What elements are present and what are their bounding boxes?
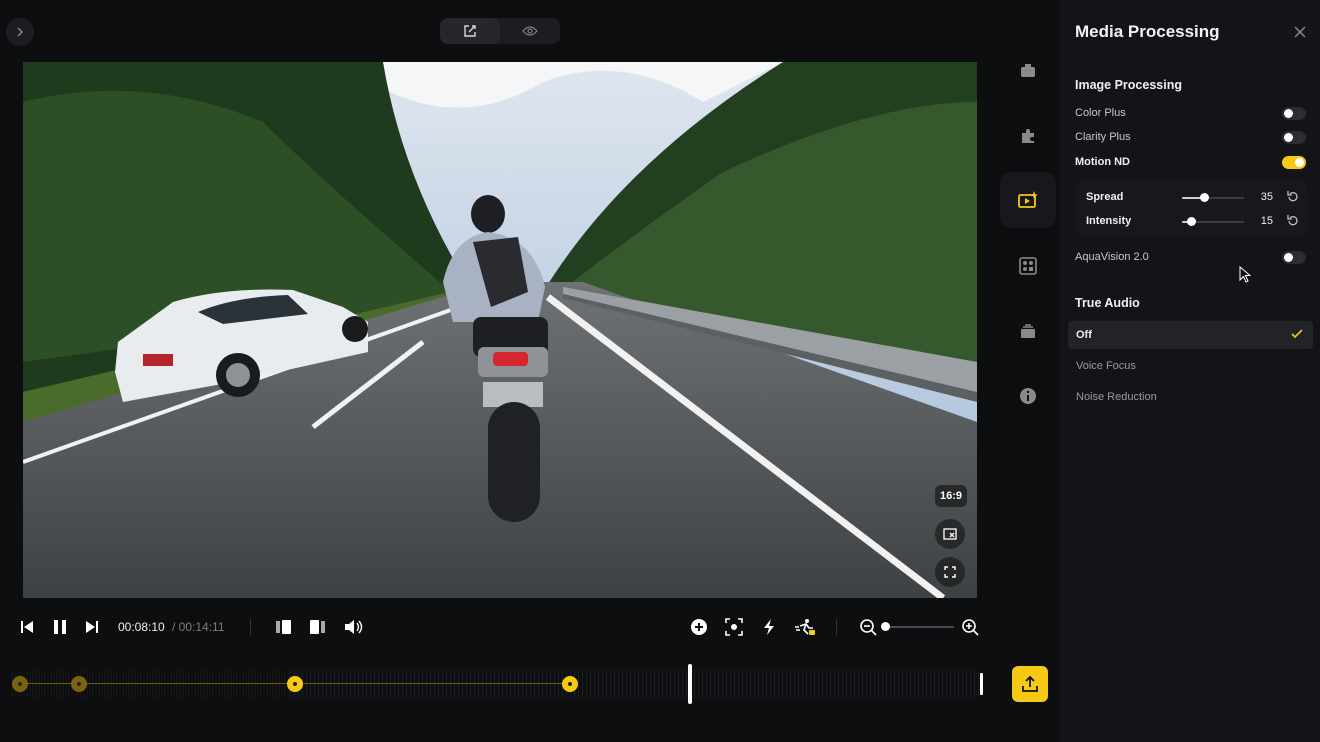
divider <box>836 619 837 635</box>
zoom-slider-handle[interactable] <box>881 622 890 631</box>
collapse-sidebar-button[interactable] <box>6 18 34 46</box>
divider <box>250 619 251 635</box>
view-mode-switch <box>440 18 560 44</box>
intensity-value: 15 <box>1260 215 1273 227</box>
export-button[interactable] <box>1012 666 1048 702</box>
previous-button[interactable] <box>17 617 37 637</box>
motion-nd-label: Motion ND <box>1075 156 1130 168</box>
total-time: / 00:14:11 <box>172 620 225 634</box>
image-processing-title: Image Processing <box>1075 78 1182 92</box>
intensity-reset-icon[interactable] <box>1287 214 1299 226</box>
chevron-right-icon <box>17 27 24 37</box>
edit-mode-button[interactable] <box>440 18 500 44</box>
fullscreen-button[interactable] <box>935 557 965 587</box>
keyframe-marker[interactable] <box>12 676 28 692</box>
audio-option-label: Off <box>1076 329 1092 341</box>
spread-slider-handle[interactable] <box>1199 193 1209 202</box>
audio-option-label: Noise Reduction <box>1076 391 1157 403</box>
zoom-slider[interactable] <box>884 626 954 628</box>
keyframe-marker[interactable] <box>287 676 303 692</box>
info-icon <box>1020 388 1036 404</box>
lightning-icon <box>764 619 774 635</box>
timeline-end-marker[interactable] <box>980 673 983 695</box>
clarity-plus-toggle[interactable] <box>1282 131 1306 144</box>
plus-circle-icon <box>691 619 707 635</box>
keyframe-marker[interactable] <box>71 676 87 692</box>
volume-button[interactable] <box>342 616 366 638</box>
aquavision-toggle[interactable] <box>1282 251 1306 264</box>
audio-option-voice-focus[interactable]: Voice Focus <box>1068 352 1313 380</box>
zoom-out-button[interactable] <box>857 616 879 638</box>
close-icon <box>1294 26 1306 38</box>
skip-forward-icon <box>86 621 98 633</box>
mark-out-button[interactable] <box>306 616 328 638</box>
intensity-slider-handle[interactable] <box>1187 217 1197 226</box>
toolbar-camera[interactable] <box>1000 43 1056 99</box>
pause-icon <box>54 620 66 634</box>
upload-icon <box>1022 675 1038 692</box>
motion-nd-toggle[interactable] <box>1282 156 1306 169</box>
next-button[interactable] <box>82 617 102 637</box>
keyframe-marker[interactable] <box>562 676 578 692</box>
plugin-icon <box>1022 129 1034 143</box>
mark-out-icon <box>310 620 325 634</box>
pause-button[interactable] <box>49 616 71 638</box>
camera-icon <box>1021 64 1035 77</box>
audio-option-label: Voice Focus <box>1076 360 1136 372</box>
color-plus-toggle[interactable] <box>1282 107 1306 120</box>
spread-slider[interactable] <box>1182 197 1244 199</box>
edit-icon <box>464 25 476 37</box>
checkmark-icon <box>1291 329 1303 339</box>
toolbar-grid[interactable] <box>1000 238 1056 294</box>
spread-label: Spread <box>1086 191 1124 203</box>
ai-edit-button[interactable] <box>793 616 817 638</box>
add-keyframe-button[interactable] <box>688 616 710 638</box>
zoom-in-icon <box>962 619 979 636</box>
close-panel-button[interactable] <box>1292 24 1308 40</box>
preview-mode-button[interactable] <box>500 18 560 44</box>
eye-icon <box>522 26 538 36</box>
motion-nd-settings: Spread 35 Intensity 15 <box>1075 181 1307 236</box>
mark-in-button[interactable] <box>273 616 295 638</box>
media-processing-panel: Media Processing Image Processing Color … <box>1060 0 1320 742</box>
skip-back-icon <box>21 621 33 633</box>
toolbar-media-processing[interactable] <box>1000 172 1056 228</box>
audio-option-noise-reduction[interactable]: Noise Reduction <box>1068 383 1313 411</box>
layers-icon <box>1021 324 1035 338</box>
panel-title: Media Processing <box>1075 22 1220 41</box>
mouse-cursor-icon <box>1239 266 1251 283</box>
video-preview[interactable]: 16:9 <box>23 62 977 598</box>
color-plus-label: Color Plus <box>1075 107 1126 119</box>
zoom-in-button[interactable] <box>959 616 981 638</box>
mark-in-icon <box>276 620 291 634</box>
aquavision-label: AquaVision 2.0 <box>1075 251 1149 263</box>
media-processing-icon <box>1018 191 1038 208</box>
aspect-ratio-badge[interactable]: 16:9 <box>935 485 967 507</box>
toolbar-layers[interactable] <box>1000 303 1056 359</box>
focus-icon <box>725 618 743 636</box>
audio-option-off[interactable]: Off <box>1068 321 1313 349</box>
fullscreen-icon <box>944 566 956 578</box>
true-audio-title: True Audio <box>1075 296 1140 310</box>
grid-icon <box>1019 257 1037 275</box>
timeline[interactable] <box>10 664 1000 704</box>
focus-track-button[interactable] <box>723 616 745 638</box>
spread-reset-icon[interactable] <box>1287 190 1299 202</box>
crop-button[interactable] <box>935 519 965 549</box>
toolbar-info[interactable] <box>1000 368 1056 424</box>
current-time: 00:08:10 <box>118 620 165 634</box>
timeline-played-region <box>10 670 290 698</box>
video-frame-image <box>23 62 977 598</box>
zoom-out-icon <box>860 619 877 636</box>
toolbar-plugin[interactable] <box>1000 108 1056 164</box>
crop-icon <box>943 528 957 540</box>
volume-icon <box>345 620 363 634</box>
playhead[interactable] <box>688 664 692 704</box>
intensity-label: Intensity <box>1086 215 1132 227</box>
ai-edit-icon <box>795 619 815 635</box>
clarity-plus-label: Clarity Plus <box>1075 131 1131 143</box>
speed-button[interactable] <box>758 616 780 638</box>
spread-value: 35 <box>1260 191 1273 203</box>
